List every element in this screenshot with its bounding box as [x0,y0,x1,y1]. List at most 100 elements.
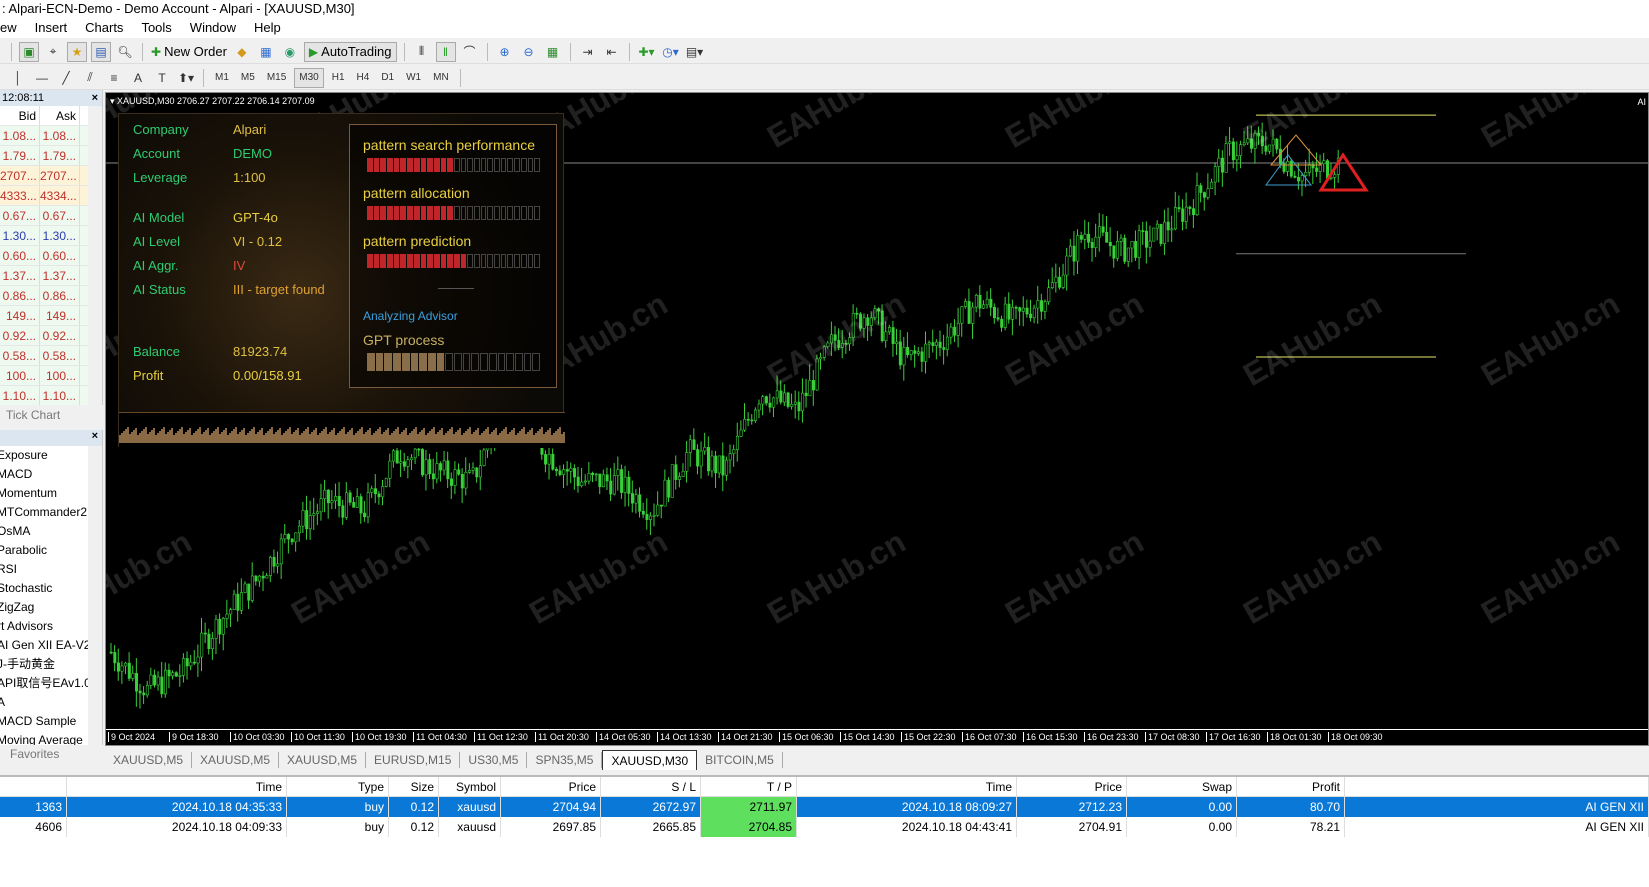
menu-window[interactable]: Window [181,18,245,38]
metaeditor-icon[interactable]: ◆ [232,42,252,62]
timeframe-d1[interactable]: D1 [377,72,398,83]
menu-tools[interactable]: Tools [132,18,180,38]
market-watch-row[interactable]: 0.86... 0.86... [0,286,102,306]
market-watch-row[interactable]: 149... 149... [0,306,102,326]
trendline-icon[interactable]: ╱ [56,68,76,88]
navigator-item[interactable]: API取信号EAv1.0 [0,674,102,693]
column-header[interactable]: Type [287,777,389,796]
column-header[interactable]: T / P [701,777,797,796]
chart-tab[interactable]: XAUUSD,M30 [602,750,698,770]
crosshair-profiles-icon[interactable]: ⌖ [43,42,63,62]
market-watch-row[interactable]: 0.92... 0.92... [0,326,102,346]
market-watch-row[interactable]: 0.60... 0.60... [0,246,102,266]
column-header[interactable]: Price [1017,777,1127,796]
new-order-button[interactable]: ✚ New Order [150,42,228,62]
timeframe-m1[interactable]: M1 [211,72,233,83]
bar-chart-icon[interactable]: ⫴ [412,42,432,62]
navigator-item[interactable]: MACD [0,465,102,484]
fibonacci-icon[interactable]: ≡ [104,68,124,88]
navigator-item[interactable]: A [0,693,102,712]
column-header[interactable]: Profit [1237,777,1345,796]
column-header[interactable]: Time [67,777,287,796]
column-header[interactable]: S / L [601,777,701,796]
navigator-item[interactable]: Parabolic [0,541,102,560]
navigator-item[interactable]: ZigZag [0,598,102,617]
column-header[interactable]: Swap [1127,777,1237,796]
autotrading-button[interactable]: ▶ AutoTrading [303,41,397,62]
horizontal-line-icon[interactable]: — [32,68,52,88]
timeframe-m30[interactable]: M30 [294,67,324,88]
tab-favorites[interactable]: Favorites [0,745,103,765]
column-header[interactable]: Size [389,777,439,796]
line-chart-icon[interactable]: ⌒ [460,42,480,62]
tab-tick-chart[interactable]: Tick Chart [0,405,103,425]
timeframe-mn[interactable]: MN [429,72,453,83]
navigator-item[interactable]: MTCommander2 [0,503,102,522]
chart-shift-icon[interactable]: ⇤ [602,42,622,62]
navigator-item[interactable]: Momentum [0,484,102,503]
zoom-in-icon[interactable]: ⊕ [495,42,515,62]
signals-icon[interactable]: ▦ [256,42,276,62]
market-watch-icon[interactable]: ★ [67,41,87,62]
chart-tab[interactable]: XAUUSD,M5 [105,752,193,768]
timeframe-m5[interactable]: M5 [237,72,259,83]
menu-insert[interactable]: Insert [26,18,77,38]
navigator-item[interactable]: RSI [0,560,102,579]
chart-tab[interactable]: EURUSD,M15 [366,752,461,768]
trade-row[interactable]: 4606 2024.10.18 04:09:33 buy 0.12 xauusd 2697… [0,817,1649,837]
broadcast-icon[interactable]: ◉ [280,42,300,62]
column-header[interactable] [1345,777,1649,796]
column-header[interactable]: Time [797,777,1017,796]
equidistant-channel-icon[interactable]: ⫽ [80,68,100,88]
auto-scroll-icon[interactable]: ⇥ [578,42,598,62]
close-icon[interactable]: × [92,430,98,442]
navigator-item[interactable]: Stochastic [0,579,102,598]
navigator-item[interactable]: J-手动黄金 [0,655,102,674]
zoom-out-icon[interactable]: ⊖ [519,42,539,62]
timeframe-w1[interactable]: W1 [402,72,425,83]
market-watch-row[interactable]: 2707... 2707... [0,166,102,186]
navigator-icon[interactable]: ▤ [91,41,111,62]
navigator-item[interactable]: rt Advisors [0,617,102,636]
navigator-item[interactable]: AI Gen XII EA-V2 [0,636,102,655]
bid-header[interactable]: Bid [0,106,40,125]
indicators-icon[interactable]: ✚▾ [637,42,657,62]
cursor-icon[interactable]: │ [8,68,28,88]
navigator-item[interactable]: Exposure [0,446,102,465]
market-watch-row[interactable]: 1.30... 1.30... [0,226,102,246]
navigator-scrollbar[interactable] [88,446,102,745]
market-watch-row[interactable]: 1.79... 1.79... [0,146,102,166]
menu-view[interactable]: ew [0,18,26,38]
ask-header[interactable]: Ask [40,106,80,125]
market-watch-row[interactable]: 1.08... 1.08... [0,126,102,146]
templates-icon[interactable]: ▤▾ [685,42,705,62]
chart-window[interactable]: EAHub.cn EAHub.cn EAHub.cn EAHub.cn EAHub.cn… [105,92,1649,746]
new-chart-icon[interactable]: ▣ [19,41,39,62]
column-header[interactable] [0,777,67,796]
chart-tab[interactable]: SPN35,M5 [527,752,603,768]
market-watch-scrollbar[interactable] [88,106,102,425]
chart-tab[interactable]: BITCOIN,M5 [697,752,783,768]
chart-tab[interactable]: XAUUSD,M5 [192,752,280,768]
column-header[interactable]: Price [501,777,601,796]
navigator-item[interactable]: MACD Sample [0,712,102,731]
timeframe-m15[interactable]: M15 [263,72,290,83]
chart-tab[interactable]: US30,M5 [460,752,528,768]
trade-row[interactable]: 1363 2024.10.18 04:35:33 buy 0.12 xauusd 2704… [0,797,1649,817]
periods-icon[interactable]: ◷▾ [661,42,681,62]
tile-windows-icon[interactable]: ▦ [543,42,563,62]
text-label-icon[interactable]: T [152,68,172,88]
market-watch-row[interactable]: 0.67... 0.67... [0,206,102,226]
menu-charts[interactable]: Charts [76,18,132,38]
chart-tab[interactable]: XAUUSD,M5 [279,752,367,768]
market-watch-row[interactable]: 1.37... 1.37... [0,266,102,286]
market-watch-row[interactable]: 0.58... 0.58... [0,346,102,366]
candlestick-icon[interactable]: ǁ [435,41,456,62]
arrows-icon[interactable]: ⬆▾ [176,68,196,88]
market-watch-row[interactable]: 4333... 4334... [0,186,102,206]
close-icon[interactable]: × [92,90,98,106]
market-watch-row[interactable]: 1.10... 1.10... [0,386,102,406]
column-header[interactable]: Symbol [439,777,501,796]
menu-help[interactable]: Help [245,18,290,38]
navigator-item[interactable]: OsMA [0,522,102,541]
